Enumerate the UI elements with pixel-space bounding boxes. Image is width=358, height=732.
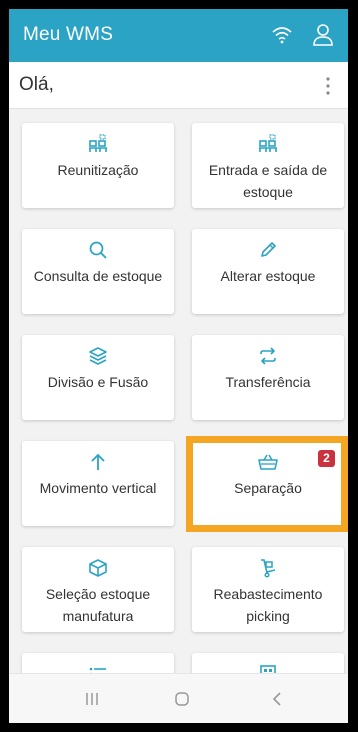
search-icon bbox=[89, 241, 107, 259]
tile-reunitizacao[interactable]: Reunitização bbox=[22, 123, 174, 208]
tile-divisao-fusao[interactable]: Divisão e Fusão bbox=[22, 335, 174, 420]
wifi-icon bbox=[272, 27, 292, 44]
tile-label: Separação bbox=[234, 480, 302, 496]
tile-label: Movimento vertical bbox=[39, 480, 157, 496]
tile-label: Alterar estoque bbox=[220, 268, 316, 284]
tile-transferencia[interactable]: Transferência bbox=[192, 335, 344, 420]
notification-badge: 2 bbox=[318, 450, 335, 467]
tile-consulta-estoque[interactable]: Consulta de estoque bbox=[22, 229, 174, 314]
tile-label: Reabastecimento picking bbox=[213, 586, 323, 624]
tile-entrada-saida-estoque[interactable]: Entrada e saída de estoque bbox=[192, 123, 344, 208]
tile-reabastecimento-picking[interactable]: Reabastecimento picking bbox=[192, 547, 344, 632]
pallets-icon bbox=[89, 134, 107, 152]
recent-apps-icon[interactable] bbox=[84, 691, 100, 707]
tile-alterar-estoque[interactable]: Alterar estoque bbox=[192, 229, 344, 314]
tile-separacao[interactable]: Separação 2 bbox=[192, 441, 344, 526]
tile-selecao-estoque-manufatura[interactable]: Seleção estoque manufatura bbox=[22, 547, 174, 632]
pencil-icon bbox=[261, 242, 276, 257]
tile-label: Seleção estoque manufatura bbox=[45, 586, 151, 624]
system-nav-bar bbox=[9, 673, 348, 723]
tile-label: Transferência bbox=[225, 374, 311, 390]
tile-label: Consulta de estoque bbox=[33, 268, 163, 284]
box-icon bbox=[89, 559, 107, 577]
app-title: Meu WMS bbox=[23, 24, 114, 45]
tile-label: Divisão e Fusão bbox=[47, 374, 149, 390]
greeting-bar: Olá, bbox=[9, 62, 348, 109]
app-header: Meu WMS bbox=[9, 9, 348, 62]
more-vert-icon[interactable] bbox=[321, 74, 335, 98]
home-icon[interactable] bbox=[174, 691, 190, 707]
app-screen: Meu WMS Olá, Reunitização Entrada e saíd… bbox=[9, 9, 348, 723]
tile-movimento-vertical[interactable]: Movimento vertical bbox=[22, 441, 174, 526]
layers-icon bbox=[89, 347, 107, 365]
pallets-icon bbox=[259, 134, 277, 152]
greeting-text: Olá, bbox=[19, 74, 54, 95]
user-icon[interactable] bbox=[312, 23, 334, 47]
tile-label: Reunitização bbox=[57, 162, 139, 178]
basket-icon bbox=[258, 454, 278, 470]
hand-truck-icon bbox=[261, 559, 276, 578]
tile-label: Entrada e saída de estoque bbox=[208, 162, 328, 200]
swap-icon bbox=[260, 347, 276, 365]
arrow-up-icon bbox=[91, 453, 105, 470]
back-icon[interactable] bbox=[269, 691, 285, 707]
